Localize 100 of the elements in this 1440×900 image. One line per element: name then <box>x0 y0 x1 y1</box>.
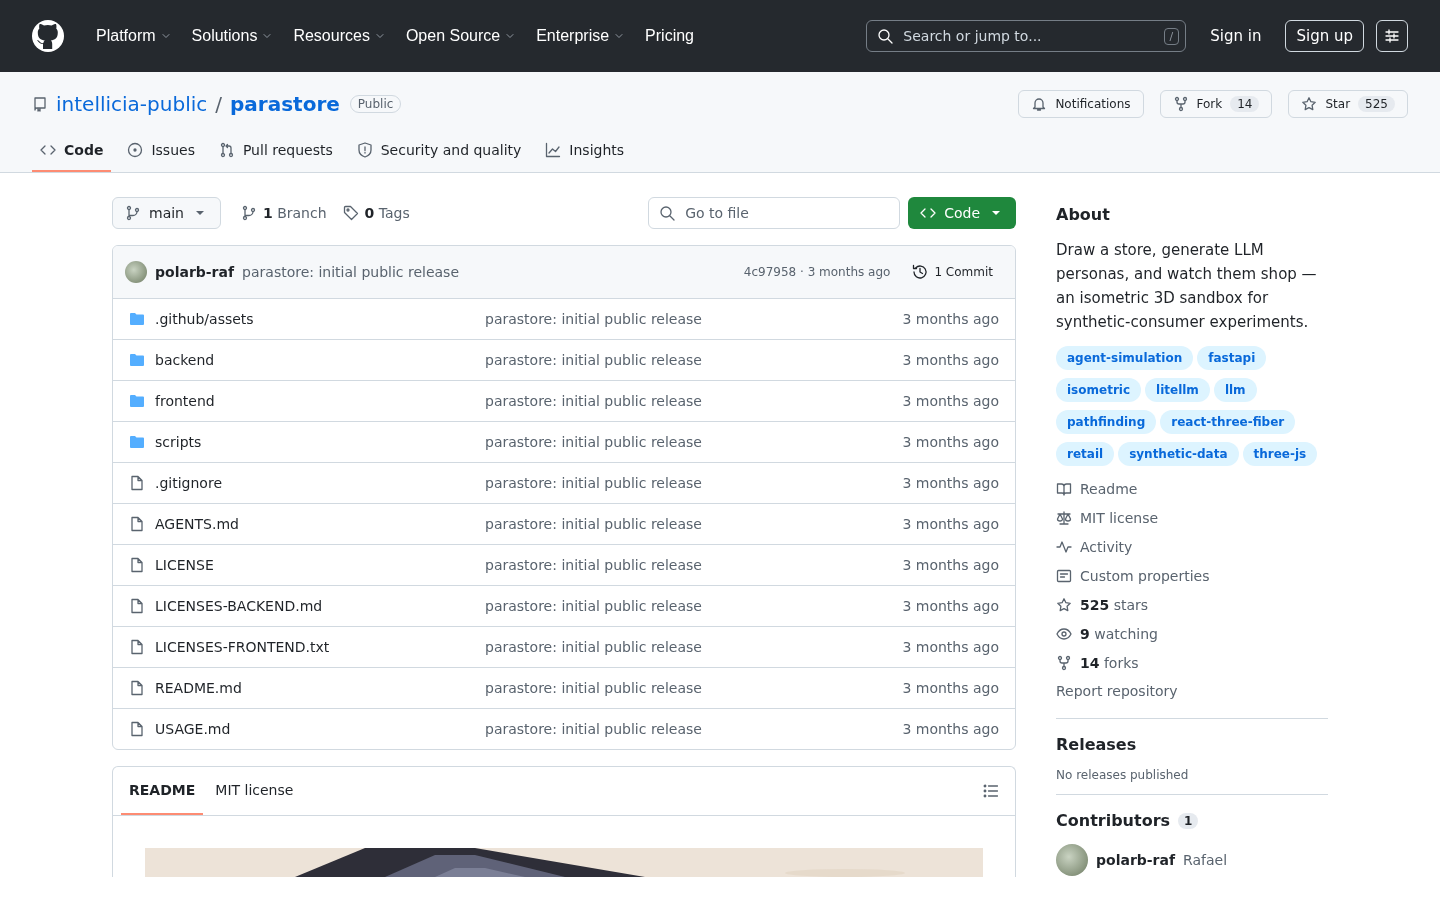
nav-menu-item[interactable]: Open Source <box>397 21 525 51</box>
commit-time: 3 months ago <box>902 475 999 491</box>
site-logo[interactable] <box>32 20 64 52</box>
branch-selector[interactable]: main <box>112 197 221 229</box>
path-separator: / <box>215 92 222 116</box>
go-to-file-box[interactable]: Go to file <box>648 197 901 229</box>
file-icon <box>129 721 145 737</box>
commit-time: 3 months ago <box>902 639 999 655</box>
branches-link[interactable]: 1 Branch <box>263 205 327 221</box>
nav-menu-item[interactable]: Platform <box>88 21 180 51</box>
topic-tag[interactable]: retail <box>1056 442 1115 466</box>
fork-icon <box>1056 654 1072 671</box>
sidebar-link[interactable]: 14 forks <box>1080 654 1139 671</box>
contributor-name: Rafael <box>1183 852 1228 868</box>
sign-up-button[interactable]: Sign up <box>1285 20 1364 52</box>
topic-tag[interactable]: agent-simulation <box>1056 346 1194 370</box>
sidebar-link[interactable]: MIT license <box>1080 509 1159 526</box>
file-name-link[interactable]: LICENSES-FRONTEND.txt <box>155 639 475 655</box>
topic-tag[interactable]: isometric <box>1056 378 1142 402</box>
sign-in-link[interactable]: Sign in <box>1202 21 1270 51</box>
file-name-link[interactable]: LICENSES-BACKEND.md <box>155 598 475 614</box>
file-name-link[interactable]: .gitignore <box>155 475 475 491</box>
contributor-login-link[interactable]: polarb-raf <box>1096 852 1176 868</box>
code-button[interactable]: Code <box>908 197 1016 229</box>
commit-message-link[interactable]: parastore: initial public release <box>485 475 893 491</box>
topic-tag[interactable]: pathfinding <box>1056 410 1157 434</box>
nav-menu-item[interactable]: Pricing <box>637 21 702 51</box>
circle-dot-icon <box>127 142 144 158</box>
commit-message-link[interactable]: parastore: initial public release <box>485 721 893 737</box>
file-name-link[interactable]: backend <box>155 352 475 368</box>
repo-tab[interactable]: Code <box>32 130 112 172</box>
tag-icon <box>342 205 359 221</box>
topic-tag[interactable]: three-js <box>1242 442 1318 466</box>
sidebar-link[interactable]: 525 stars <box>1080 596 1149 613</box>
nav-menu-item[interactable]: Solutions <box>183 21 282 51</box>
repo-tab[interactable]: Insights <box>537 130 633 172</box>
topic-tag[interactable]: synthetic-data <box>1118 442 1239 466</box>
nav-menu-item[interactable]: Resources <box>285 21 394 51</box>
commit-message-link[interactable]: parastore: initial public release <box>485 639 893 655</box>
outline-icon[interactable] <box>983 783 999 799</box>
commit-message-link[interactable]: parastore: initial public release <box>485 393 893 409</box>
file-name-link[interactable]: LICENSE <box>155 557 475 573</box>
book-icon <box>1056 480 1072 497</box>
settings-button[interactable] <box>1376 20 1408 52</box>
topic-tag[interactable]: llm <box>1213 378 1257 402</box>
commit-author-link[interactable]: polarb-raf <box>155 264 235 280</box>
fork-button[interactable]: Fork 14 <box>1159 90 1273 118</box>
commit-message-link[interactable]: parastore: initial public release <box>485 598 893 614</box>
releases-note: No releases published <box>1056 768 1190 782</box>
tags-link[interactable]: 0 Tags <box>364 205 410 221</box>
file-name-link[interactable]: AGENTS.md <box>155 516 475 532</box>
commit-message-link[interactable]: parastore: initial public release <box>485 434 893 450</box>
sliders-icon <box>1384 28 1400 44</box>
search-box[interactable]: Search or jump to... / <box>866 20 1187 52</box>
readme-tab[interactable]: MIT license <box>207 767 302 815</box>
section-heading: Contributors <box>1056 811 1171 830</box>
repo-tab[interactable]: Security and quality <box>348 130 530 172</box>
folder-icon <box>129 352 145 368</box>
commit-time: 3 months ago <box>902 393 999 409</box>
commit-message-link[interactable]: parastore: initial public release <box>485 516 893 532</box>
sidebar-link[interactable]: Custom properties <box>1080 567 1210 584</box>
eye-icon <box>1056 625 1072 642</box>
sidebar-link[interactable]: 9 watching <box>1080 625 1158 642</box>
file-name-link[interactable]: USAGE.md <box>155 721 475 737</box>
folder-icon <box>129 393 145 409</box>
file-name-link[interactable]: scripts <box>155 434 475 450</box>
search-field[interactable]: Search or jump to... <box>901 27 1156 45</box>
commit-message-link[interactable]: parastore: initial public release <box>485 557 893 573</box>
notifications-button[interactable]: Notifications <box>1018 90 1144 118</box>
sidebar-link[interactable]: Activity <box>1080 538 1133 555</box>
report-link[interactable]: Report repository <box>1056 677 1328 706</box>
readme-tab[interactable]: README <box>121 767 204 815</box>
file-name-link[interactable]: frontend <box>155 393 475 409</box>
file-name-link[interactable]: .github/assets <box>155 311 475 327</box>
sidebar-link[interactable]: Readme <box>1080 480 1138 497</box>
bell-icon <box>1031 96 1048 112</box>
folder-icon <box>129 311 145 327</box>
file-icon <box>129 475 145 491</box>
commit-message-link[interactable]: parastore: initial public release <box>485 352 893 368</box>
topic-tag[interactable]: react-three-fiber <box>1160 410 1296 434</box>
fork-count: 14 <box>1230 96 1260 112</box>
shortcut-key: / <box>1163 27 1180 45</box>
topic-tag[interactable]: litellm <box>1145 378 1210 402</box>
file-name-link[interactable]: README.md <box>155 680 475 696</box>
commits-link[interactable]: 1 Commit <box>906 260 999 284</box>
topic-tag[interactable]: fastapi <box>1197 346 1267 370</box>
file-icon <box>129 598 145 614</box>
commit-message-link[interactable]: parastore: initial public release <box>242 264 460 280</box>
commit-message-link[interactable]: parastore: initial public release <box>485 311 893 327</box>
commit-message-link[interactable]: parastore: initial public release <box>485 680 893 696</box>
nav-menu-item[interactable]: Enterprise <box>528 21 634 51</box>
commit-time: 3 months ago <box>902 557 999 573</box>
repository-name-link[interactable]: parastore <box>230 92 340 116</box>
search-icon <box>659 205 676 221</box>
repo-tab[interactable]: Issues <box>119 130 203 172</box>
owner-link[interactable]: intellicia-public <box>56 92 208 116</box>
repo-tab[interactable]: Pull requests <box>210 130 341 172</box>
file-icon <box>129 557 145 573</box>
graph-icon <box>545 142 562 158</box>
star-button[interactable]: Star 525 <box>1288 90 1408 118</box>
